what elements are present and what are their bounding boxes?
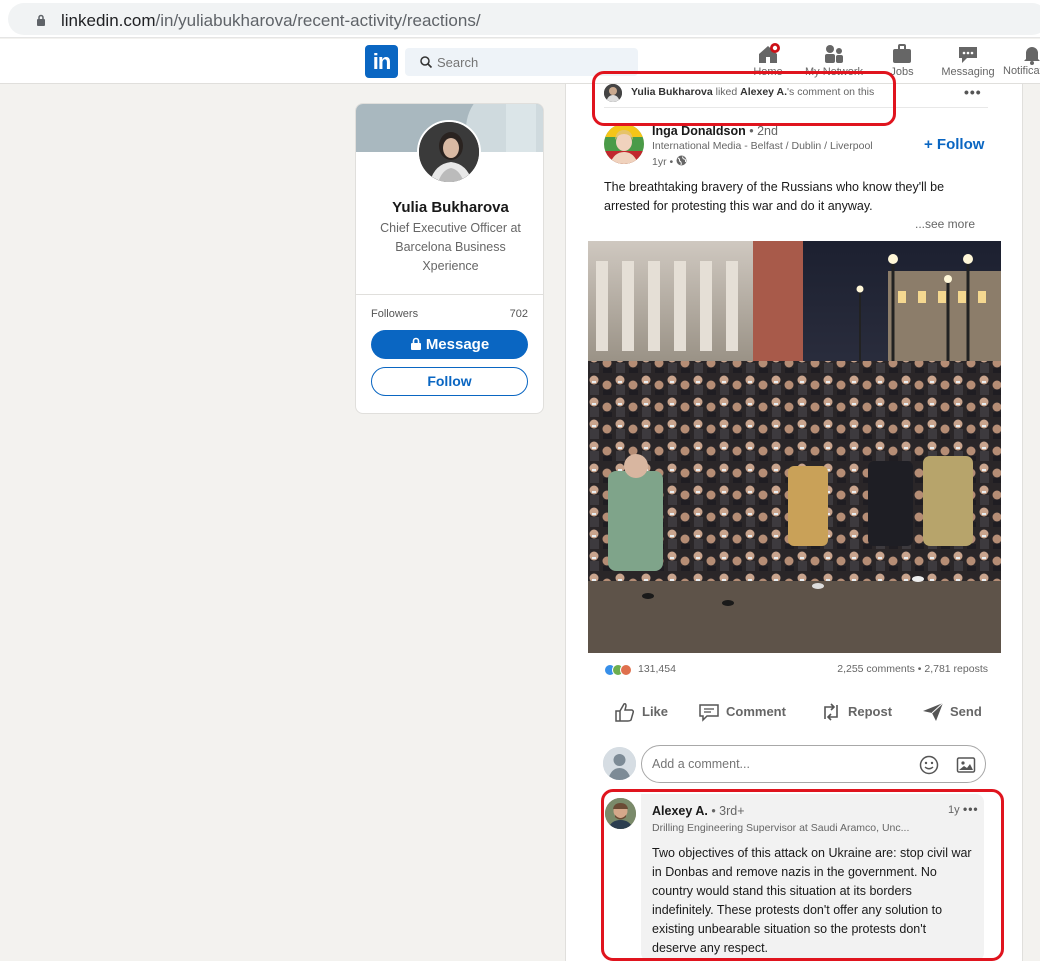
divider [356,294,543,295]
url-text: linkedin.com/in/yuliabukharova/recent-ac… [61,11,481,30]
search-icon [420,56,433,69]
network-icon [825,45,843,63]
repost-button[interactable]: Repost [820,698,900,726]
highlighted-comment: Alexey A. • 3rd+ Drilling Engineering Su… [604,794,988,961]
comment-box[interactable] [641,745,986,783]
search-input[interactable] [437,48,627,76]
thumbs-up-icon [615,703,635,722]
message-button-label: Message [425,336,490,353]
post-author-name[interactable]: Inga Donaldson • 2nd [652,124,778,138]
nav-home[interactable]: Home [750,43,786,81]
home-icon [759,43,780,63]
post-image[interactable] [588,241,1001,653]
activity-verb: liked [715,86,738,98]
activity-actor[interactable]: Yulia Bukharova [631,86,713,98]
comment-more-options-icon[interactable]: ••• [963,802,979,816]
bell-icon [1024,47,1040,65]
post-text: The breathtaking bravery of the Russians… [604,180,945,213]
love-reaction-icon [620,664,632,676]
repost-icon [824,703,838,721]
post-social-counts: 131,454 2,255 comments • 2,781 reposts [604,663,988,679]
lock-icon [37,14,45,26]
url-field[interactable]: linkedin.com/in/yuliabukharova/recent-ac… [8,3,1040,35]
nav-home-label: Home [753,66,783,78]
comment-icon [699,704,719,722]
profile-avatar[interactable] [417,120,481,184]
follow-author-button[interactable]: + Follow [924,136,984,153]
post-timestamp: 1yr • [652,155,687,168]
more-options-icon[interactable]: ••• [964,84,982,100]
current-user-avatar [603,747,636,780]
like-button[interactable]: Like [614,698,674,726]
briefcase-icon [893,44,911,63]
followers-count: 702 [509,308,528,320]
top-navigation: in Home My Network Jobs Messaging Notifi… [0,39,1040,84]
post-author-avatar[interactable] [604,124,644,164]
lock-icon [410,337,421,350]
followers-label: Followers [371,308,419,320]
nav-messaging-label: Messaging [941,66,995,78]
nav-notifications[interactable]: Notifications [1000,43,1040,81]
image-icon[interactable] [956,755,976,775]
actor-avatar [604,84,622,102]
profile-name[interactable]: Yulia Bukharova [356,199,543,216]
messaging-icon [959,47,977,63]
comment-bubble: Alexey A. • 3rd+ Drilling Engineering Su… [641,794,984,961]
nav-messaging[interactable]: Messaging [938,43,998,81]
activity-target[interactable]: Alexey A. [740,86,787,98]
browser-address-bar: linkedin.com/in/yuliabukharova/recent-ac… [0,0,1040,38]
send-icon [923,702,944,721]
comment-button[interactable]: Comment [698,698,793,726]
nav-my-network-label: My Network [804,66,864,78]
emoji-icon[interactable] [919,755,939,775]
send-button[interactable]: Send [922,698,988,726]
activity-text: Yulia Bukharova liked Alexey A.'s commen… [631,85,874,99]
post-author-headline: International Media - Belfast / Dublin /… [652,140,873,152]
comment-author-avatar[interactable] [605,798,636,829]
comment-text: Two objectives of this attack on Ukraine… [652,846,972,955]
nav-notifications-label: Notifications [1003,65,1040,77]
activity-header: Yulia Bukharova liked Alexey A.'s commen… [604,84,989,109]
connection-degree: • 3rd+ [711,804,745,818]
globe-icon [676,155,687,166]
follow-button[interactable]: Follow [371,367,528,396]
nav-my-network[interactable]: My Network [800,43,868,81]
search-box[interactable] [405,48,638,76]
profile-card: Yulia Bukharova Chief Executive Officer … [355,103,544,414]
nav-jobs-label: Jobs [890,66,914,78]
comments-reposts-count[interactable]: 2,255 comments • 2,781 reposts [837,663,988,675]
activity-feed: Yulia Bukharova liked Alexey A.'s commen… [565,84,1023,961]
comment-input[interactable] [652,754,902,774]
comment-author-headline: Drilling Engineering Supervisor at Saudi… [652,822,910,834]
message-button[interactable]: Message [371,330,528,359]
see-more-link[interactable]: ...see more [915,217,975,231]
comment-timestamp: 1y [948,804,960,816]
activity-suffix: 's comment on this [787,86,875,98]
profile-headline: Chief Executive Officer at Barcelona Bus… [380,221,521,273]
reactions-count[interactable]: 131,454 [638,663,676,675]
comment-author-name[interactable]: Alexey A. • 3rd+ [652,804,745,818]
linkedin-logo[interactable]: in [365,45,398,78]
divider [604,107,988,108]
post-actions: Like Comment Repost Send [604,698,988,726]
connection-degree: • 2nd [749,124,778,138]
nav-jobs[interactable]: Jobs [885,43,919,81]
